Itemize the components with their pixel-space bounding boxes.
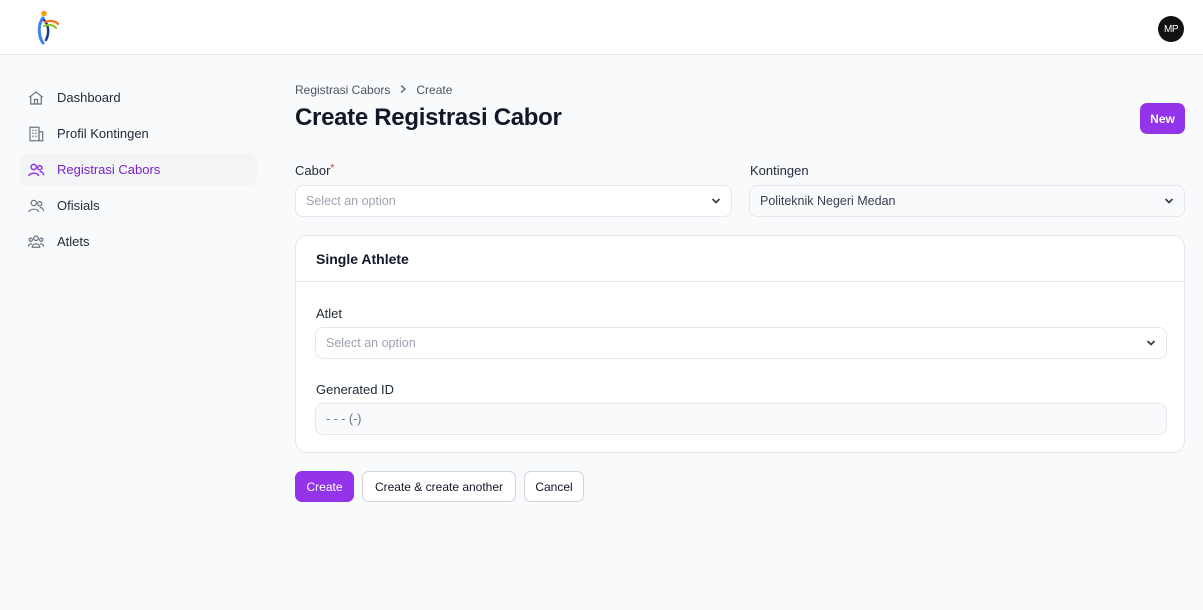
sidebar-item-label: Atlets [57,234,90,249]
section-title: Single Athlete [296,236,1184,282]
create-button[interactable]: Create [295,471,354,502]
sidebar: Dashboard Profil Kontingen Registrasi Ca… [20,81,257,261]
sidebar-item-label: Registrasi Cabors [57,162,161,177]
kontingen-select-value: Politeknik Negeri Medan [760,194,896,208]
chevron-down-icon [701,197,731,205]
sidebar-item-label: Profil Kontingen [57,126,149,141]
sidebar-item-label: Ofisials [57,198,100,213]
user-group-icon [27,233,45,251]
sidebar-item-label: Dashboard [57,90,121,105]
page-title: Create Registrasi Cabor [295,104,562,131]
atlet-select-placeholder: Select an option [326,336,416,350]
cancel-button[interactable]: Cancel [524,471,584,502]
create-and-create-another-button[interactable]: Create & create another [362,471,516,502]
building-icon [27,125,45,143]
user-avatar[interactable]: MP [1158,16,1184,42]
sidebar-item-registrasi-cabors[interactable]: Registrasi Cabors [20,153,257,186]
kontingen-label: Kontingen [750,163,809,178]
cabor-select-placeholder: Select an option [306,194,396,208]
users-icon [27,197,45,215]
sidebar-item-atlets[interactable]: Atlets [20,225,257,258]
chevron-down-icon [1154,197,1184,205]
required-mark: * [330,163,335,174]
top-bar: MP [0,0,1203,55]
chevron-down-icon [1136,339,1166,347]
sidebar-item-ofisials[interactable]: Ofisials [20,189,257,222]
breadcrumb-parent-link[interactable]: Registrasi Cabors [295,83,390,97]
single-athlete-section: Single Athlete Atlet Select an option Ge… [295,235,1185,453]
users-icon [27,161,45,179]
atlet-select[interactable]: Select an option [315,327,1167,359]
generated-id-field: - - - (-) [315,403,1167,435]
generated-id-label: Generated ID [316,382,395,397]
chevron-right-icon [398,83,408,97]
atlet-label: Atlet [316,306,343,321]
brand-logo[interactable] [32,10,62,46]
cabor-label: Cabor* [295,163,334,178]
kontingen-select[interactable]: Politeknik Negeri Medan [749,185,1185,217]
home-icon [27,89,45,107]
sidebar-item-dashboard[interactable]: Dashboard [20,81,257,114]
cabor-label-text: Cabor [295,163,331,178]
sidebar-item-profil-kontingen[interactable]: Profil Kontingen [20,117,257,150]
new-button[interactable]: New [1140,103,1185,134]
cabor-select[interactable]: Select an option [295,185,732,217]
breadcrumb: Registrasi Cabors Create [295,83,452,97]
generated-id-value: - - - (-) [326,412,362,426]
breadcrumb-current: Create [416,83,453,97]
